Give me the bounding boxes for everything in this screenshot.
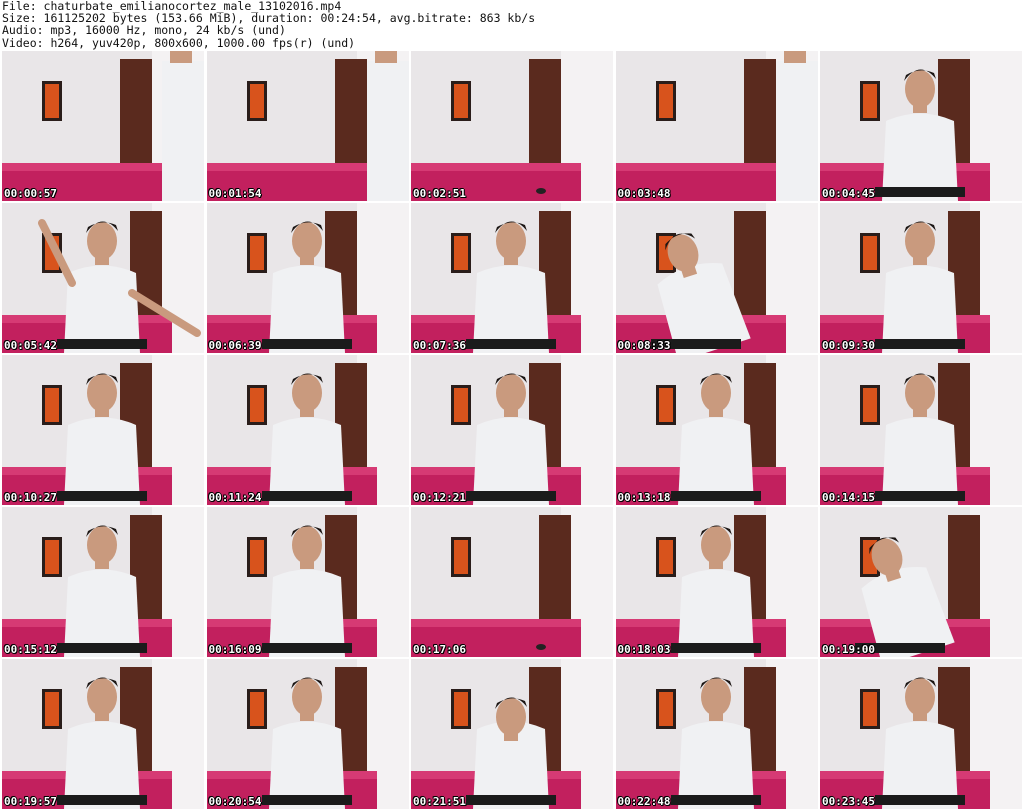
- thumbnail-frame-image: [206, 203, 409, 353]
- thumbnail-frame-image: [206, 659, 409, 809]
- thumbnail-timestamp: 00:18:03: [617, 643, 671, 656]
- video-thumbnail: 00:00:57: [2, 51, 204, 201]
- thumbnail-grid: 00:00:57 00:01:54 00:02:51 00:03:48 00:04:45…: [2, 51, 1022, 809]
- video-thumbnail: 00:04:45: [820, 51, 1022, 201]
- thumbnail-frame-image: [411, 203, 613, 353]
- thumbnail-frame-image: [615, 203, 818, 353]
- thumbnail-timestamp: 00:09:30: [822, 339, 875, 352]
- video-thumbnail: 00:07:36: [411, 203, 613, 353]
- thumbnail-frame-image: [820, 203, 1022, 353]
- video-thumbnail: 00:15:12: [2, 507, 204, 657]
- video-thumbnail: 00:17:06: [411, 507, 613, 657]
- video-thumbnail: 00:01:54: [206, 51, 409, 201]
- thumbnail-timestamp: 00:15:12: [4, 643, 57, 656]
- thumbnail-timestamp: 00:16:09: [208, 643, 262, 656]
- thumbnail-frame-image: [2, 51, 204, 201]
- thumbnail-frame-image: [615, 51, 818, 201]
- video-thumbnail: 00:09:30: [820, 203, 1022, 353]
- video-thumbnail: 00:06:39: [206, 203, 409, 353]
- video-thumbnail: 00:10:27: [2, 355, 204, 505]
- thumbnail-frame-image: [615, 507, 818, 657]
- thumbnail-frame-image: [615, 355, 818, 505]
- video-thumbnail: 00:08:33: [615, 203, 818, 353]
- thumbnail-timestamp: 00:14:15: [822, 491, 875, 504]
- thumbnail-frame-image: [206, 507, 409, 657]
- video-thumbnail: 00:20:54: [206, 659, 409, 809]
- video-thumbnail: 00:18:03: [615, 507, 818, 657]
- thumbnail-timestamp: 00:12:21: [413, 491, 466, 504]
- thumbnail-frame-image: [820, 659, 1022, 809]
- video-thumbnail: 00:16:09: [206, 507, 409, 657]
- video-thumbnail: 00:12:21: [411, 355, 613, 505]
- thumbnail-frame-image: [2, 355, 204, 505]
- video-thumbnail: 00:05:42: [2, 203, 204, 353]
- thumbnail-frame-image: [411, 355, 613, 505]
- thumbnail-timestamp: 00:19:57: [4, 795, 57, 808]
- thumbnail-timestamp: 00:17:06: [413, 643, 466, 656]
- thumbnail-timestamp: 00:20:54: [208, 795, 262, 808]
- audio-info-line: Audio: mp3, 16000 Hz, mono, 24 kb/s (und…: [2, 23, 286, 38]
- thumbnail-frame-image: [2, 507, 204, 657]
- thumbnail-frame-image: [820, 507, 1022, 657]
- file-info-header: File: chaturbate_emilianocortez_male_131…: [2, 0, 1022, 50]
- thumbnail-timestamp: 00:13:18: [617, 491, 671, 504]
- video-thumbnail: 00:23:45: [820, 659, 1022, 809]
- thumbnail-timestamp: 00:01:54: [208, 187, 262, 200]
- thumbnail-frame-image: [206, 355, 409, 505]
- thumbnail-frame-image: [2, 659, 204, 809]
- thumbnail-frame-image: [411, 51, 613, 201]
- thumbnail-timestamp: 00:02:51: [413, 187, 466, 200]
- thumbnail-timestamp: 00:06:39: [208, 339, 262, 352]
- thumbnail-frame-image: [411, 659, 613, 809]
- thumbnail-timestamp: 00:05:42: [4, 339, 57, 352]
- video-thumbnail: 00:21:51: [411, 659, 613, 809]
- thumbnail-timestamp: 00:08:33: [617, 339, 671, 352]
- video-thumbnail: 00:03:48: [615, 51, 818, 201]
- video-thumbnail: 00:02:51: [411, 51, 613, 201]
- thumbnail-timestamp: 00:07:36: [413, 339, 466, 352]
- thumbnail-frame-image: [820, 355, 1022, 505]
- video-thumbnail: 00:22:48: [615, 659, 818, 809]
- video-thumbnail: 00:19:57: [2, 659, 204, 809]
- video-thumbnail: 00:13:18: [615, 355, 818, 505]
- thumbnail-frame-image: [615, 659, 818, 809]
- thumbnail-timestamp: 00:03:48: [617, 187, 671, 200]
- thumbnail-frame-image: [820, 51, 1022, 201]
- thumbnail-timestamp: 00:21:51: [413, 795, 466, 808]
- thumbnail-timestamp: 00:19:00: [822, 643, 875, 656]
- video-thumbnail: 00:11:24: [206, 355, 409, 505]
- video-thumbnail: 00:19:00: [820, 507, 1022, 657]
- video-info-line: Video: h264, yuv420p, 800x600, 1000.00 f…: [2, 35, 356, 50]
- thumbnail-frame-image: [411, 507, 613, 657]
- thumbnail-timestamp: 00:23:45: [822, 795, 875, 808]
- thumbnail-timestamp: 00:22:48: [617, 795, 671, 808]
- thumbnail-frame-image: [2, 203, 204, 353]
- thumbnail-timestamp: 00:10:27: [4, 491, 57, 504]
- thumbnail-frame-image: [206, 51, 409, 201]
- thumbnail-timestamp: 00:11:24: [208, 491, 262, 504]
- video-thumbnail: 00:14:15: [820, 355, 1022, 505]
- thumbnail-timestamp: 00:00:57: [4, 187, 57, 200]
- thumbnail-timestamp: 00:04:45: [822, 187, 875, 200]
